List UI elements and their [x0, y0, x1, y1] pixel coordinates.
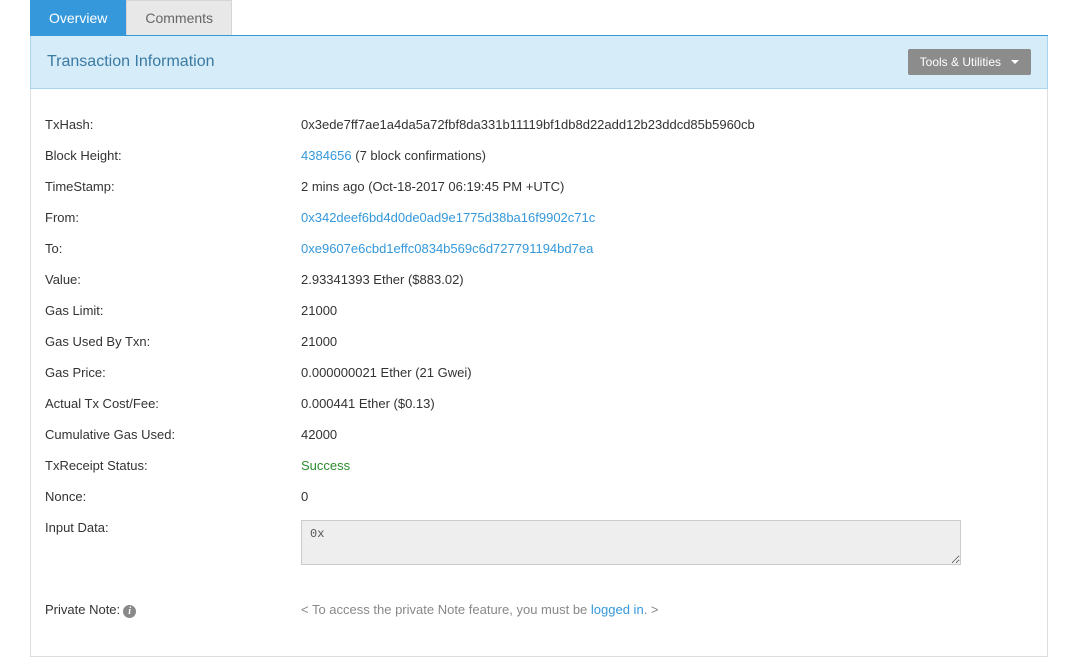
link-logged-in[interactable]: logged in [591, 602, 644, 617]
row-timestamp: TimeStamp: 2 mins ago (Oct-18-2017 06:19… [43, 171, 1035, 202]
row-input-data: Input Data: 0x [43, 512, 1035, 576]
label-gas-used: Gas Used By Txn: [43, 334, 301, 349]
row-value: Value: 2.93341393 Ether ($883.02) [43, 264, 1035, 295]
value-timestamp: 2 mins ago (Oct-18-2017 06:19:45 PM +UTC… [301, 179, 1035, 194]
label-receipt-status: TxReceipt Status: [43, 458, 301, 473]
tab-comments[interactable]: Comments [126, 0, 232, 35]
label-input-data: Input Data: [43, 520, 301, 535]
value-actual-cost: 0.000441 Ether ($0.13) [301, 396, 1035, 411]
label-txhash: TxHash: [43, 117, 301, 132]
input-data-textarea[interactable]: 0x [301, 520, 961, 565]
row-nonce: Nonce: 0 [43, 481, 1035, 512]
label-value: Value: [43, 272, 301, 287]
value-nonce: 0 [301, 489, 1035, 504]
value-block-height: 4384656 (7 block confirmations) [301, 148, 1035, 163]
block-confirmations-text: (7 block confirmations) [352, 148, 486, 163]
value-gas-used: 21000 [301, 334, 1035, 349]
link-to-address[interactable]: 0xe9607e6cbd1effc0834b569c6d727791194bd7… [301, 241, 593, 256]
label-gas-limit: Gas Limit: [43, 303, 301, 318]
tab-bar: Overview Comments [30, 0, 1048, 36]
value-txhash: 0x3ede7ff7ae1a4da5a72fbf8da331b11119bf1d… [301, 117, 1035, 132]
row-receipt-status: TxReceipt Status: Success [43, 450, 1035, 481]
label-actual-cost: Actual Tx Cost/Fee: [43, 396, 301, 411]
row-cumulative-gas: Cumulative Gas Used: 42000 [43, 419, 1035, 450]
row-gas-used: Gas Used By Txn: 21000 [43, 326, 1035, 357]
value-ether: 2.93341393 Ether ($883.02) [301, 272, 1035, 287]
caret-down-icon [1011, 60, 1019, 64]
private-note-prefix: < To access the private Note feature, yo… [301, 602, 591, 617]
value-gas-limit: 21000 [301, 303, 1035, 318]
value-to: 0xe9607e6cbd1effc0834b569c6d727791194bd7… [301, 241, 1035, 256]
value-cumulative-gas: 42000 [301, 427, 1035, 442]
row-block-height: Block Height: 4384656 (7 block confirmat… [43, 140, 1035, 171]
private-note-suffix: . > [644, 602, 659, 617]
tools-button-label: Tools & Utilities [920, 55, 1001, 69]
value-private-note: < To access the private Note feature, yo… [301, 602, 1035, 617]
row-private-note: Private Note:i < To access the private N… [43, 594, 1035, 626]
value-receipt-status: Success [301, 458, 1035, 473]
row-gas-price: Gas Price: 0.000000021 Ether (21 Gwei) [43, 357, 1035, 388]
label-to: To: [43, 241, 301, 256]
panel-body: TxHash: 0x3ede7ff7ae1a4da5a72fbf8da331b1… [30, 89, 1048, 657]
row-actual-cost: Actual Tx Cost/Fee: 0.000441 Ether ($0.1… [43, 388, 1035, 419]
label-timestamp: TimeStamp: [43, 179, 301, 194]
link-from-address[interactable]: 0x342deef6bd4d0de0ad9e1775d38ba16f9902c7… [301, 210, 595, 225]
value-gas-price: 0.000000021 Ether (21 Gwei) [301, 365, 1035, 380]
label-from: From: [43, 210, 301, 225]
link-block-number[interactable]: 4384656 [301, 148, 352, 163]
row-to: To: 0xe9607e6cbd1effc0834b569c6d72779119… [43, 233, 1035, 264]
row-gas-limit: Gas Limit: 21000 [43, 295, 1035, 326]
label-nonce: Nonce: [43, 489, 301, 504]
label-cumulative-gas: Cumulative Gas Used: [43, 427, 301, 442]
row-from: From: 0x342deef6bd4d0de0ad9e1775d38ba16f… [43, 202, 1035, 233]
panel-header: Transaction Information Tools & Utilitie… [30, 36, 1048, 89]
page-title: Transaction Information [47, 53, 214, 71]
value-from: 0x342deef6bd4d0de0ad9e1775d38ba16f9902c7… [301, 210, 1035, 225]
tab-overview[interactable]: Overview [30, 0, 126, 35]
label-block-height: Block Height: [43, 148, 301, 163]
label-gas-price: Gas Price: [43, 365, 301, 380]
info-icon: i [123, 605, 136, 618]
label-private-note: Private Note:i [43, 602, 301, 618]
tools-utilities-button[interactable]: Tools & Utilities [908, 49, 1031, 75]
row-txhash: TxHash: 0x3ede7ff7ae1a4da5a72fbf8da331b1… [43, 109, 1035, 140]
